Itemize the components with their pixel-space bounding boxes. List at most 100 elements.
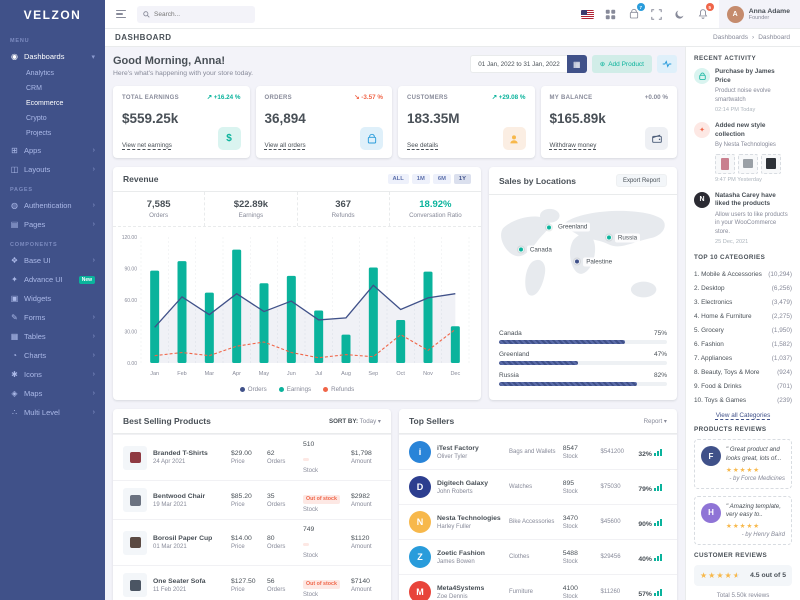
product-row[interactable]: Bentwood Chair 19 Mar 2021 $85.20 Price … <box>113 480 391 519</box>
sidebar-item[interactable]: Crypto <box>0 111 105 126</box>
review-card[interactable]: H " Amazing template, very easy to.. ★★★… <box>694 496 792 545</box>
activity-pulse-button[interactable] <box>657 55 677 73</box>
sidebar-item[interactable]: ◫ Layouts › <box>0 160 105 179</box>
notifications-bell-icon[interactable]: 5 <box>696 7 710 21</box>
stat-label: MY BALANCE <box>550 95 593 101</box>
seller-row[interactable]: M Meta4Systems Zoe Dennis Furniture 4100… <box>399 574 677 600</box>
sidebar-item-label: Tables <box>24 332 88 341</box>
camera-thumb[interactable] <box>738 154 758 174</box>
map-marker[interactable]: Palestine <box>574 257 615 266</box>
category-row[interactable]: 10. Toys & Games (239) <box>694 393 792 407</box>
add-product-button[interactable]: ⊕ Add Product <box>592 55 652 73</box>
activity-item[interactable]: N Natasha Carey have liked the products … <box>694 192 792 245</box>
sidebar-item-label: Layouts <box>24 165 88 174</box>
new-badge: New <box>79 276 95 284</box>
category-row[interactable]: 2. Desktop (6,256) <box>694 281 792 295</box>
review-card[interactable]: F " Great product and looks great, lots … <box>694 439 792 488</box>
hamburger-menu-icon[interactable] <box>113 7 129 22</box>
seller-row[interactable]: D Digitech Galaxy John Roberts Watches 8… <box>399 469 677 504</box>
breadcrumb-parent[interactable]: Dashboards <box>713 34 748 41</box>
apps-grid-icon[interactable] <box>604 7 618 21</box>
withdraw-money-link[interactable]: Withdraw money <box>550 142 597 149</box>
fullscreen-icon[interactable] <box>650 7 664 21</box>
sidebar-item[interactable]: ∴ Multi Level › <box>0 403 105 422</box>
svg-text:120.00: 120.00 <box>122 235 138 241</box>
mini-chart-icon <box>654 519 662 526</box>
see-details-link[interactable]: See details <box>407 142 438 149</box>
product-row[interactable]: Branded T-Shirts 24 Apr 2021 $29.00 Pric… <box>113 434 391 480</box>
search-input[interactable] <box>154 11 244 18</box>
map-marker[interactable]: Greenland <box>546 223 590 232</box>
map-marker[interactable]: Canada <box>518 245 555 254</box>
product-row[interactable]: One Seater Sofa 11 Feb 2021 $127.50 Pric… <box>113 565 391 600</box>
date-range-value[interactable]: 01 Jan, 2022 to 31 Jan, 2022 <box>470 55 567 73</box>
category-row[interactable]: 5. Grocery (1,950) <box>694 323 792 337</box>
category-row[interactable]: 7. Appliances (1,037) <box>694 351 792 365</box>
revenue-filter-button[interactable]: ALL <box>388 174 409 184</box>
view-net-earnings-link[interactable]: View net earnings <box>122 142 172 149</box>
view-all-orders-link[interactable]: View all orders <box>265 142 306 149</box>
bag-thumb[interactable] <box>761 154 781 174</box>
calendar-icon[interactable]: ▦ <box>567 55 587 73</box>
category-row[interactable]: 9. Food & Drinks (701) <box>694 379 792 393</box>
sidebar-item[interactable]: ✦ Advance UI New <box>0 270 105 289</box>
sidebar-item[interactable]: Ecommerce <box>0 96 105 111</box>
language-flag-icon[interactable] <box>581 7 595 21</box>
cart-icon[interactable]: 7 <box>627 7 641 21</box>
category-row[interactable]: 8. Beauty, Toys & More (924) <box>694 365 792 379</box>
sidebar-item[interactable]: ▤ Pages › <box>0 215 105 234</box>
seller-row[interactable]: i iTest Factory Oliver Tyler Bags and Wa… <box>399 434 677 469</box>
clothing-thumb[interactable] <box>715 154 735 174</box>
seller-row[interactable]: Z Zoetic Fashion James Bowen Clothes 548… <box>399 539 677 574</box>
chart-legend: Orders Earnings Refunds <box>113 384 481 400</box>
stat-value: $559.25k <box>122 111 241 126</box>
sidebar-item[interactable]: ◉ Dashboards ▾ <box>0 47 105 66</box>
revenue-filter-button[interactable]: 6M <box>433 174 451 184</box>
brand-logo[interactable]: VELZON <box>0 0 105 30</box>
map-marker[interactable]: Russia <box>606 233 640 242</box>
category-row[interactable]: 6. Fashion (1,582) <box>694 337 792 351</box>
date-range-picker[interactable]: 01 Jan, 2022 to 31 Jan, 2022 ▦ <box>470 55 587 73</box>
svg-text:Nov: Nov <box>423 371 433 377</box>
sidebar-item[interactable]: ⊞ Apps › <box>0 141 105 160</box>
sidebar-item[interactable]: ◔ Charts › <box>0 346 105 365</box>
sort-by-dropdown[interactable]: SORT BY: Today ▾ <box>329 418 381 425</box>
user-menu[interactable]: A Anna Adame Founder <box>719 0 800 28</box>
view-all-categories-link[interactable]: View all Categories <box>694 412 792 419</box>
stat-card-total-earnings: TOTAL EARNINGS ↗ +16.24 % $559.25k View … <box>113 86 250 158</box>
sidebar-item-icon: ✱ <box>10 370 19 379</box>
dark-mode-moon-icon[interactable] <box>673 7 687 21</box>
stat-value: 36,894 <box>265 111 384 126</box>
activity-item[interactable]: Purchase by James Price Product noise ev… <box>694 68 792 113</box>
report-dropdown[interactable]: Report ▾ <box>644 418 667 425</box>
sidebar-item[interactable]: ▣ Widgets <box>0 289 105 308</box>
category-row[interactable]: 3. Electronics (3,479) <box>694 295 792 309</box>
revenue-filter-button[interactable]: 1M <box>412 174 430 184</box>
sidebar-item-icon: ▣ <box>10 294 19 303</box>
chevron-icon: › <box>93 333 95 340</box>
map-marker-dot <box>518 247 524 253</box>
chevron-icon: › <box>93 409 95 416</box>
category-row[interactable]: 4. Home & Furniture (2,275) <box>694 309 792 323</box>
export-report-button[interactable]: Export Report <box>616 174 667 187</box>
sidebar-item[interactable]: ◍ Authentication › <box>0 196 105 215</box>
category-row[interactable]: 1. Mobile & Accessories (10,294) <box>694 267 792 281</box>
sidebar-item[interactable]: ✱ Icons › <box>0 365 105 384</box>
sidebar-item[interactable]: Projects <box>0 126 105 141</box>
legend-dot <box>279 387 284 392</box>
breadcrumb-current: Dashboard <box>758 34 790 41</box>
sidebar-item[interactable]: ✎ Forms › <box>0 308 105 327</box>
sidebar-item[interactable]: ▦ Tables › <box>0 327 105 346</box>
sidebar-item[interactable]: ◈ Maps › <box>0 384 105 403</box>
product-row[interactable]: Borosil Paper Cup 01 Mar 2021 $14.00 Pri… <box>113 519 391 565</box>
seller-logo: D <box>409 476 431 498</box>
activity-item[interactable]: ✦ Added new style collection By Nesta Te… <box>694 122 792 183</box>
revenue-filter-button[interactable]: 1Y <box>454 174 471 184</box>
pulse-icon <box>662 60 672 68</box>
right-panel: RECENT ACTIVITY Purchase by James Price … <box>685 47 800 600</box>
seller-row[interactable]: N Nesta Technologies Harley Fuller Bike … <box>399 504 677 539</box>
sidebar-item[interactable]: Analytics <box>0 66 105 81</box>
sidebar-item[interactable]: ❖ Base UI › <box>0 251 105 270</box>
product-image <box>123 573 147 597</box>
sidebar-item[interactable]: CRM <box>0 81 105 96</box>
